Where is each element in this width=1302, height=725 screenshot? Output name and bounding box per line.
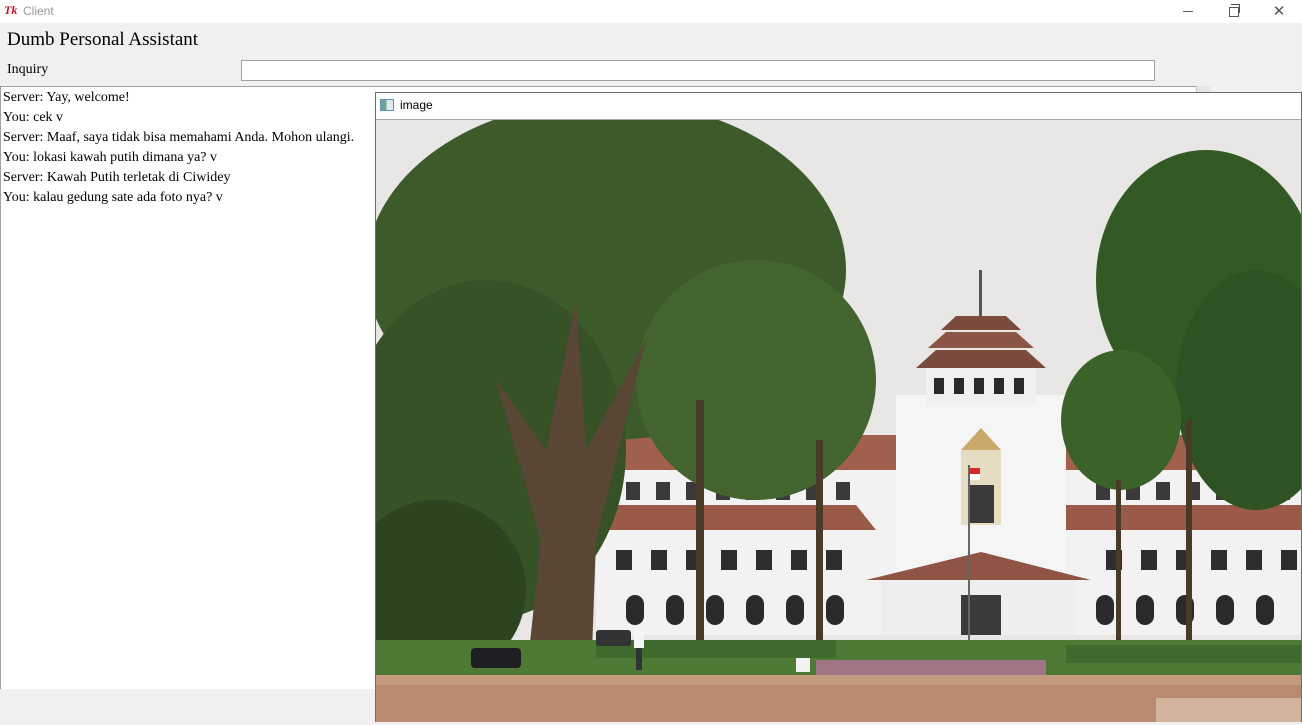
minimize-button[interactable]: [1165, 0, 1211, 23]
minimize-icon: [1183, 11, 1193, 12]
image-window[interactable]: image: [375, 92, 1302, 722]
app-heading: Dumb Personal Assistant: [7, 29, 199, 50]
close-button[interactable]: ✕: [1256, 0, 1302, 23]
inquiry-label: Inquiry: [7, 62, 49, 77]
window-titlebar[interactable]: Tk Client ✕: [0, 0, 1302, 23]
image-window-title: image: [400, 98, 433, 112]
inquiry-input[interactable]: [241, 60, 1155, 81]
maximize-button[interactable]: [1211, 0, 1257, 23]
chat-line: Server: Maaf, saya tidak bisa memahami A…: [3, 130, 355, 145]
restore-icon: [1229, 3, 1240, 17]
chat-line: You: kalau gedung sate ada foto nya? v: [3, 190, 223, 205]
chat-line: Server: Yay, welcome!: [3, 90, 130, 105]
image-window-icon: [380, 99, 394, 111]
chat-line: You: lokasi kawah putih dimana ya? v: [3, 150, 217, 165]
image-window-titlebar[interactable]: image: [376, 93, 1301, 119]
chat-line: You: cek v: [3, 110, 64, 125]
chat-line: Server: Kawah Putih terletak di Ciwidey: [3, 170, 231, 185]
gedung-sate-photo: [376, 119, 1301, 722]
window-title: Client: [23, 4, 54, 18]
close-icon: ✕: [1272, 2, 1286, 20]
tk-logo-icon: Tk: [4, 3, 18, 17]
